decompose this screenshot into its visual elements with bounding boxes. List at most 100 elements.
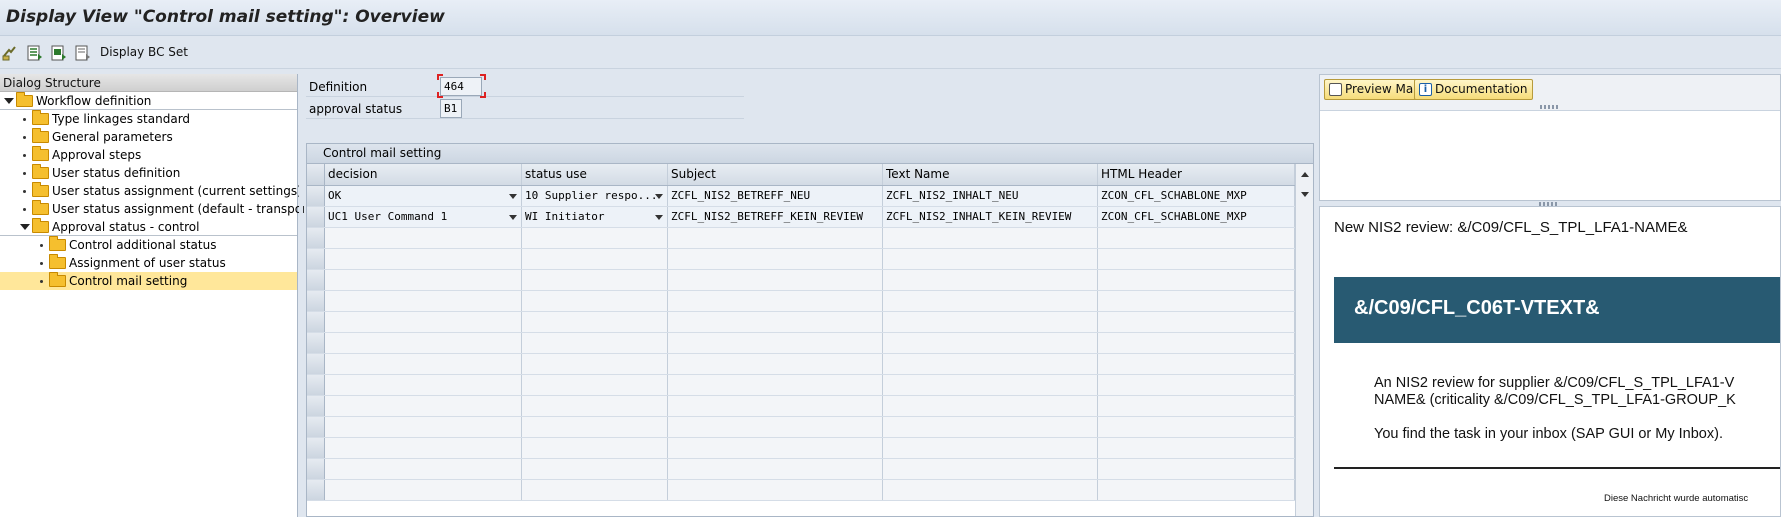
row-selector[interactable] [307,438,325,458]
tree-item-user-status-assignment-default[interactable]: User status assignment (default - transp… [0,200,316,218]
row-selector[interactable] [307,480,325,500]
text-name-cell[interactable]: ZCFL_NIS2_INHALT_NEU [883,186,1098,206]
row-selector[interactable] [307,312,325,332]
html-header-cell[interactable]: ZCON_CFL_SCHABLONE_MXP [1098,186,1295,206]
definition-field[interactable]: 464 [440,77,482,96]
empty-cell[interactable] [325,417,522,437]
empty-cell[interactable] [1098,396,1295,416]
status-use-cell[interactable]: WI Initiator [522,207,668,227]
empty-cell[interactable] [325,228,522,248]
empty-cell[interactable] [1098,249,1295,269]
text-name-cell[interactable]: ZCFL_NIS2_INHALT_KEIN_REVIEW [883,207,1098,227]
row-selector[interactable] [307,207,325,227]
tree-item-approval-steps[interactable]: Approval steps [0,146,297,164]
table-row-empty[interactable] [307,375,1313,396]
empty-cell[interactable] [668,291,883,311]
tree-item-approval-status-control[interactable]: Approval status - control [0,218,297,236]
empty-cell[interactable] [668,228,883,248]
empty-cell[interactable] [883,291,1098,311]
empty-cell[interactable] [883,417,1098,437]
empty-cell[interactable] [1098,438,1295,458]
empty-cell[interactable] [668,438,883,458]
tree-item-type-linkages[interactable]: Type linkages standard [0,110,297,128]
empty-cell[interactable] [1098,312,1295,332]
empty-cell[interactable] [522,396,668,416]
html-header-cell[interactable]: ZCON_CFL_SCHABLONE_MXP [1098,207,1295,227]
empty-cell[interactable] [1098,459,1295,479]
empty-cell[interactable] [883,375,1098,395]
tree-item-general-parameters[interactable]: General parameters [0,128,297,146]
table-row-empty[interactable] [307,333,1313,354]
empty-cell[interactable] [883,270,1098,290]
empty-cell[interactable] [522,459,668,479]
table-row-empty[interactable] [307,396,1313,417]
dropdown-arrow-icon[interactable] [509,215,517,220]
table-scrollbar[interactable] [1295,164,1313,516]
empty-cell[interactable] [522,291,668,311]
select-block-icon[interactable] [50,44,68,62]
deselect-icon[interactable] [74,44,92,62]
empty-cell[interactable] [668,375,883,395]
empty-cell[interactable] [1098,270,1295,290]
display-bc-set-button[interactable]: Display BC Set [100,45,188,59]
empty-cell[interactable] [668,354,883,374]
empty-cell[interactable] [668,396,883,416]
expand-arrow-icon[interactable] [20,224,30,230]
empty-cell[interactable] [668,459,883,479]
row-selector[interactable] [307,228,325,248]
empty-cell[interactable] [1098,354,1295,374]
empty-cell[interactable] [1098,291,1295,311]
select-all-icon[interactable] [26,44,44,62]
empty-cell[interactable] [1098,480,1295,500]
approval-status-field[interactable]: B1 [440,99,462,118]
table-row-empty[interactable] [307,480,1313,501]
documentation-button[interactable]: i Documentation [1414,79,1533,100]
empty-cell[interactable] [668,249,883,269]
empty-cell[interactable] [883,438,1098,458]
tree-item-workflow-definition[interactable]: Workflow definition [0,92,297,110]
col-status-use[interactable]: status use [522,164,668,185]
empty-cell[interactable] [325,312,522,332]
empty-cell[interactable] [883,333,1098,353]
empty-cell[interactable] [522,417,668,437]
table-row-empty[interactable] [307,417,1313,438]
table-row-empty[interactable] [307,312,1313,333]
dropdown-arrow-icon[interactable] [655,194,663,199]
table-row-empty[interactable] [307,438,1313,459]
empty-cell[interactable] [325,249,522,269]
empty-cell[interactable] [883,228,1098,248]
row-selector[interactable] [307,396,325,416]
empty-cell[interactable] [668,333,883,353]
empty-cell[interactable] [325,375,522,395]
table-row-empty[interactable] [307,459,1313,480]
table-row-empty[interactable] [307,249,1313,270]
dropdown-arrow-icon[interactable] [509,194,517,199]
empty-cell[interactable] [668,270,883,290]
preview-mail-button[interactable]: Preview Mail [1324,79,1425,100]
col-html-header[interactable]: HTML Header [1098,164,1295,185]
col-text-name[interactable]: Text Name [883,164,1098,185]
table-row-empty[interactable] [307,354,1313,375]
empty-cell[interactable] [325,480,522,500]
status-use-cell[interactable]: 10 Supplier respo... [522,186,668,206]
empty-cell[interactable] [522,270,668,290]
empty-cell[interactable] [325,459,522,479]
empty-cell[interactable] [325,333,522,353]
empty-cell[interactable] [325,291,522,311]
empty-cell[interactable] [883,354,1098,374]
tree-item-user-status-definition[interactable]: User status definition [0,164,297,182]
empty-cell[interactable] [522,375,668,395]
empty-cell[interactable] [325,438,522,458]
row-selector[interactable] [307,375,325,395]
empty-cell[interactable] [1098,417,1295,437]
col-decision[interactable]: decision [325,164,522,185]
row-selector[interactable] [307,417,325,437]
tree-item-control-mail-setting[interactable]: Control mail setting [0,272,297,290]
table-row-empty[interactable] [307,291,1313,312]
empty-cell[interactable] [522,480,668,500]
scroll-down-icon[interactable] [1301,192,1309,197]
row-selector[interactable] [307,354,325,374]
expand-arrow-icon[interactable] [4,98,14,104]
empty-cell[interactable] [522,228,668,248]
table-row[interactable]: UC1 User Command 1 WI Initiator ZCFL_NIS… [307,207,1313,228]
